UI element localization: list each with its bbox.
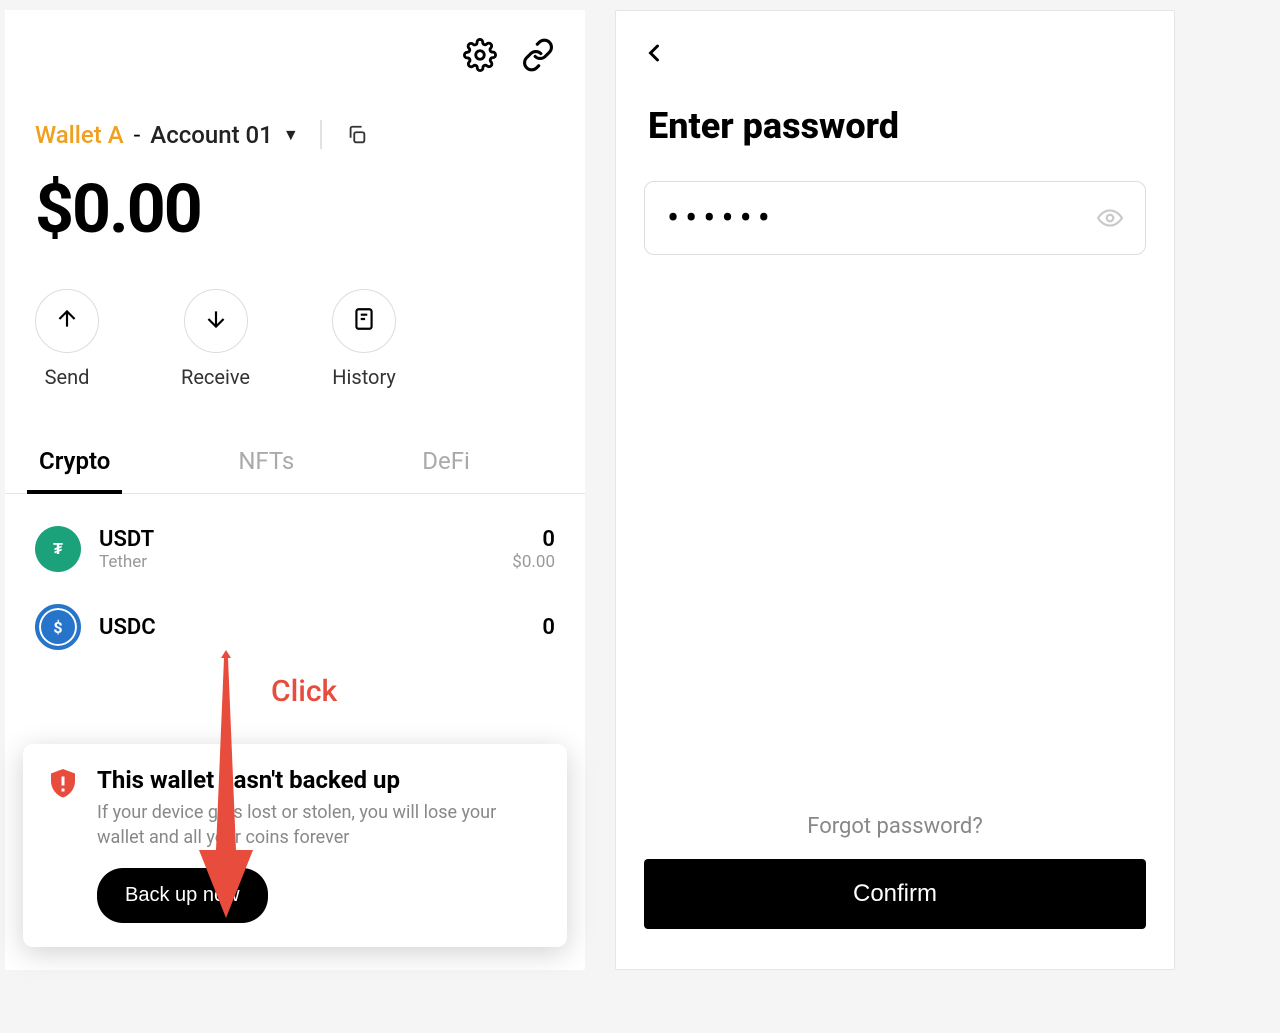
- password-value: ••••••: [667, 197, 1085, 239]
- arrow-up-icon: [54, 306, 80, 336]
- backup-now-button[interactable]: Back up now: [97, 868, 268, 923]
- token-amount: 0: [542, 615, 555, 640]
- receive-label: Receive: [181, 365, 250, 389]
- send-button[interactable]: Send: [35, 289, 99, 389]
- backup-warning-card: This wallet hasn't backed up If your dev…: [23, 744, 567, 947]
- back-button[interactable]: [616, 11, 1174, 71]
- forgot-password-link[interactable]: Forgot password?: [616, 814, 1174, 839]
- chevron-down-icon: ▼: [283, 125, 299, 145]
- backup-description: If your device gets lost or stolen, you …: [97, 800, 545, 850]
- copy-icon[interactable]: [346, 124, 368, 146]
- page-title: Enter password: [616, 71, 1174, 147]
- token-symbol: USDT: [99, 527, 494, 552]
- token-row-usdt[interactable]: ₮ USDT Tether 0 $0.00: [35, 510, 555, 588]
- password-input[interactable]: ••••••: [644, 181, 1146, 255]
- eye-icon[interactable]: [1097, 205, 1123, 231]
- send-label: Send: [45, 365, 90, 389]
- token-row-usdc[interactable]: $ USDC 0: [35, 588, 555, 666]
- token-name: Tether: [99, 552, 494, 572]
- history-label: History: [332, 365, 396, 389]
- usdt-icon: ₮: [35, 526, 81, 572]
- history-button[interactable]: History: [332, 289, 396, 389]
- token-fiat: $0.00: [512, 552, 555, 572]
- account-name: Account 01: [150, 121, 273, 149]
- shield-alert-icon: [45, 766, 81, 802]
- link-icon[interactable]: [521, 38, 555, 72]
- tab-nfts[interactable]: NFTs: [234, 429, 298, 493]
- tab-defi[interactable]: DeFi: [418, 429, 474, 493]
- token-symbol: USDC: [99, 615, 524, 640]
- document-icon: [351, 306, 377, 336]
- wallet-name: Wallet A: [35, 121, 124, 149]
- total-balance: $0.00: [5, 149, 585, 249]
- gear-icon[interactable]: [463, 38, 497, 72]
- confirm-button[interactable]: Confirm: [644, 859, 1146, 929]
- usdc-icon: $: [35, 604, 81, 650]
- tab-crypto[interactable]: Crypto: [35, 429, 114, 493]
- wallet-selector[interactable]: Wallet A - Account 01 ▼ │: [5, 72, 585, 149]
- backup-title: This wallet hasn't backed up: [97, 766, 545, 794]
- wallet-home-screen: Wallet A - Account 01 ▼ │ $0.00 Send Rec…: [5, 10, 585, 970]
- arrow-down-icon: [203, 306, 229, 336]
- enter-password-screen: Enter password •••••• Forgot password? C…: [615, 10, 1175, 970]
- token-amount: 0: [512, 527, 555, 552]
- receive-button[interactable]: Receive: [181, 289, 250, 389]
